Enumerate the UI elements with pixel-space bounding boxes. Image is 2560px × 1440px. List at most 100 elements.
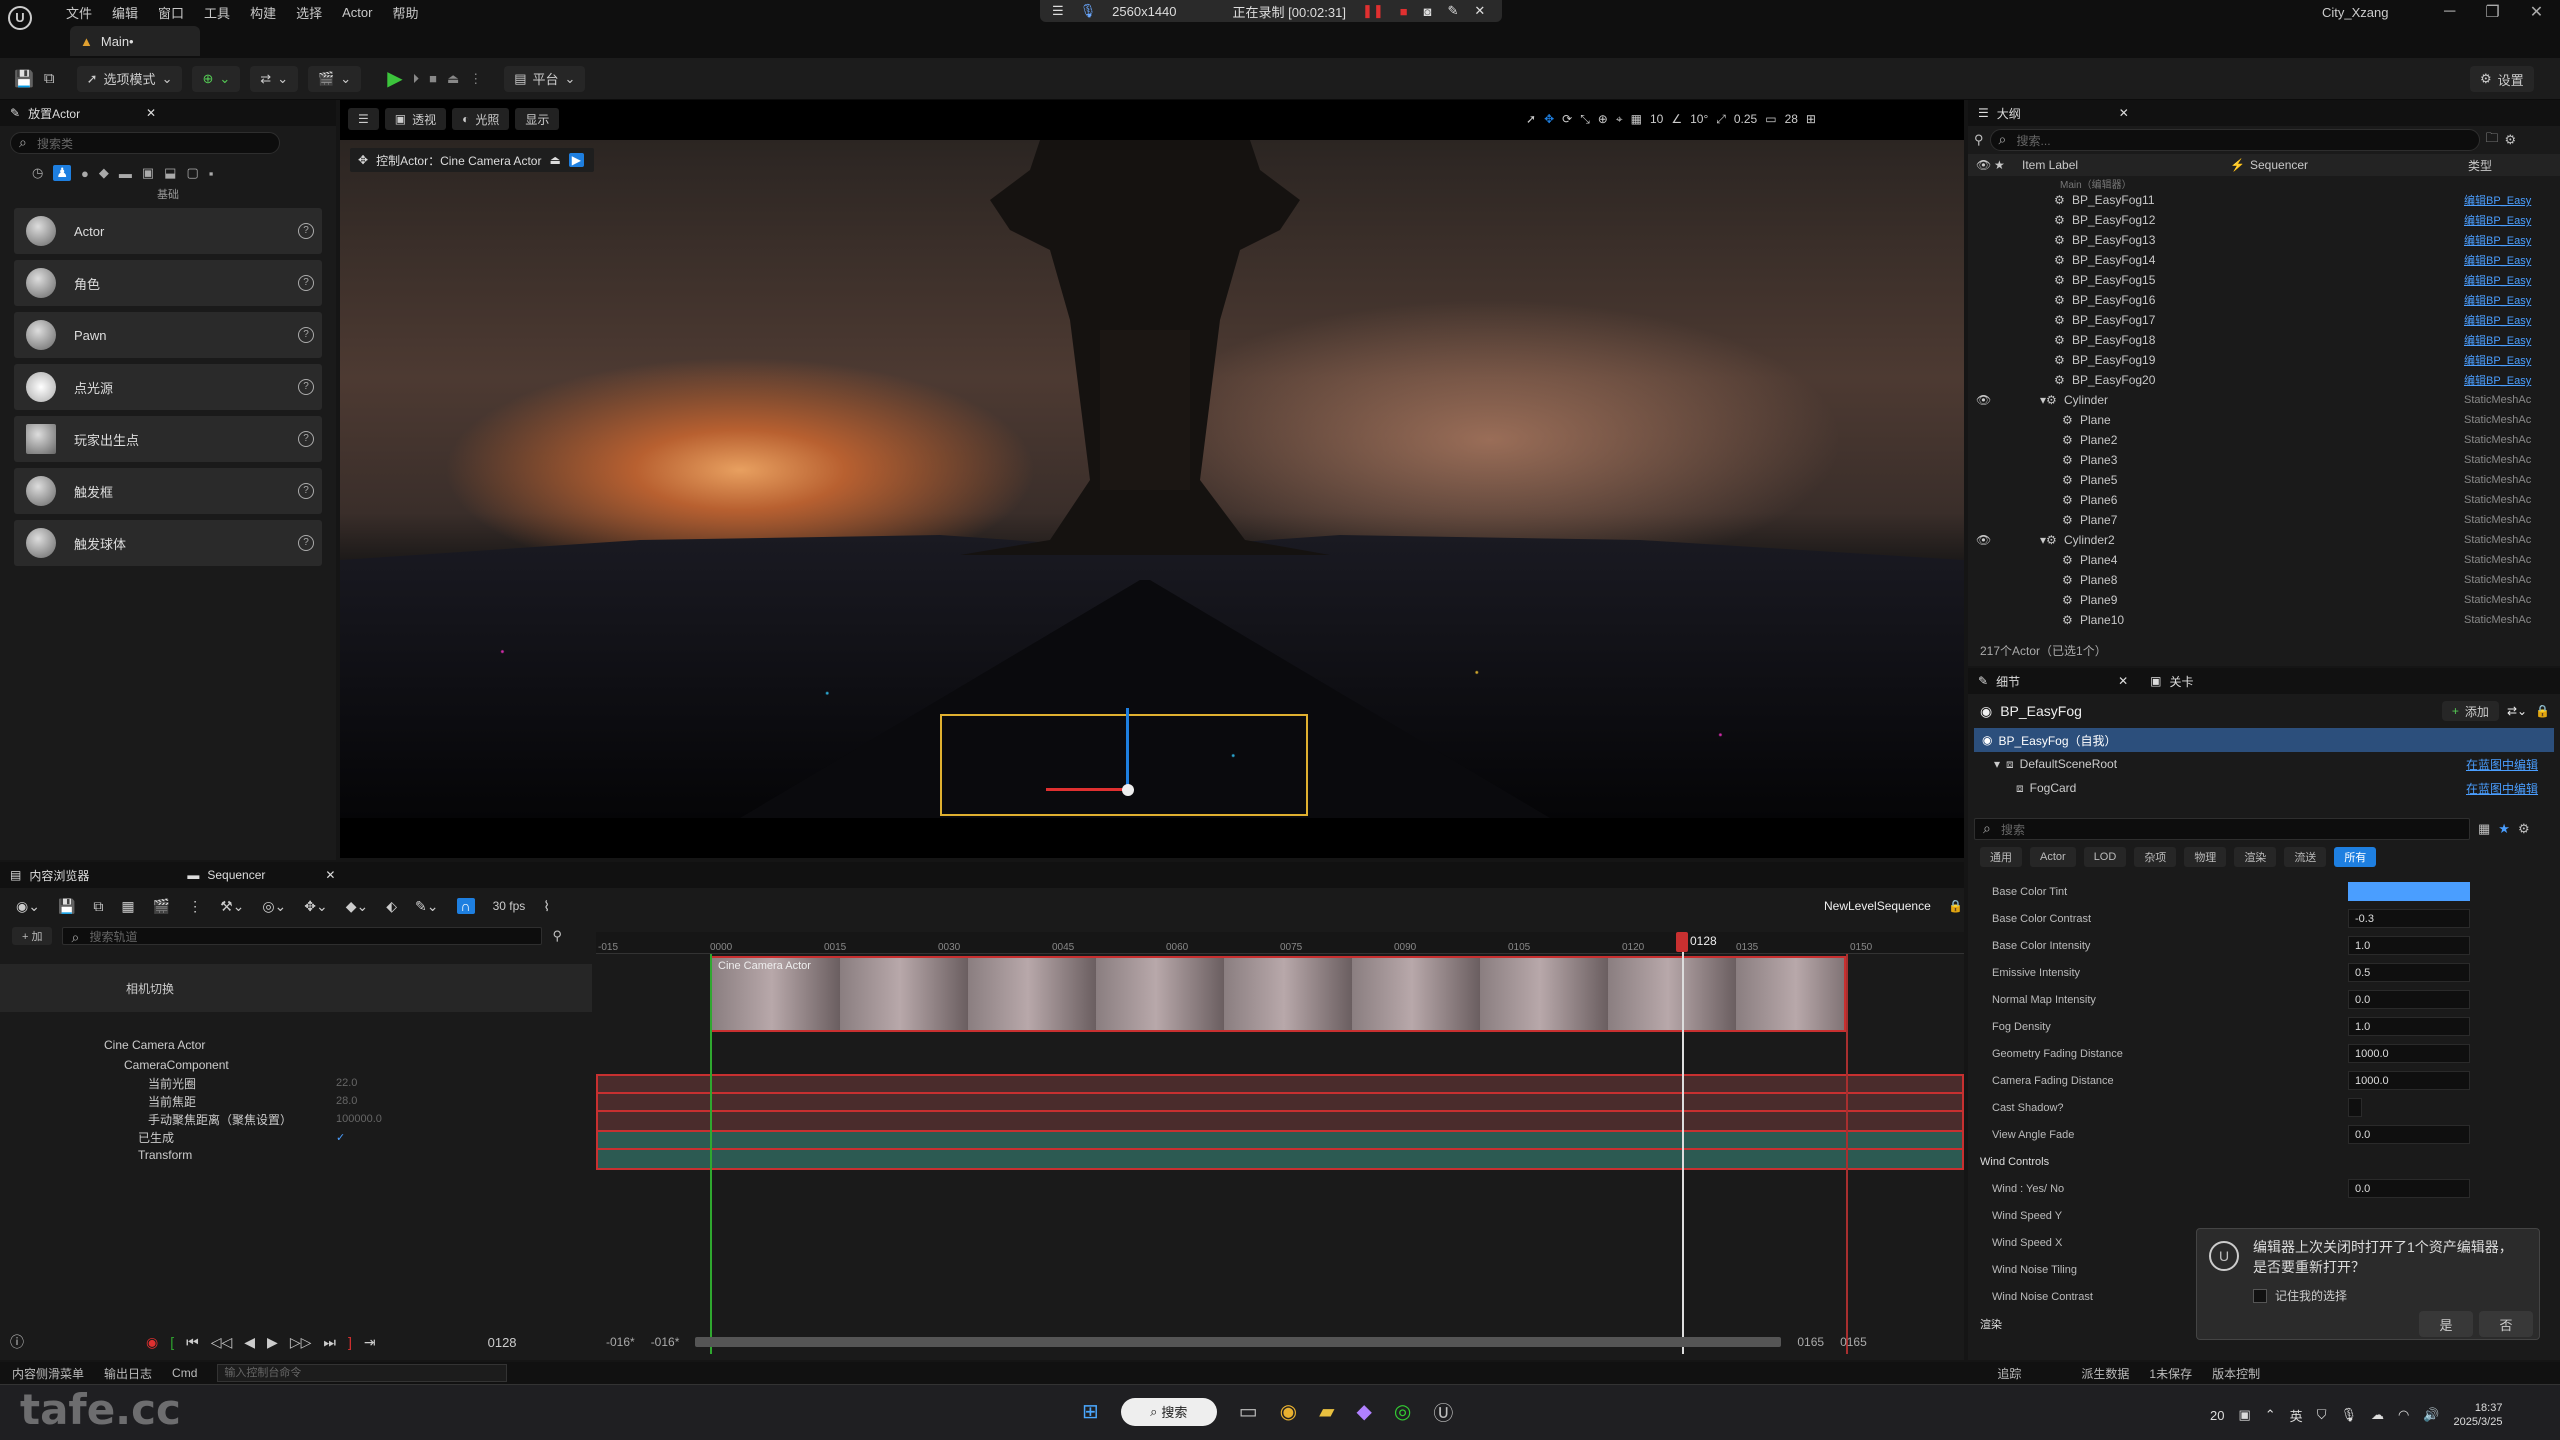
wifi-icon[interactable]: ◠ [2398,1407,2409,1423]
perspective-button[interactable]: ▣ 透视 [384,108,447,130]
unsaved-button[interactable]: 1未保存 [2149,1365,2192,1382]
wind-controls-section[interactable]: Wind Controls [1968,1148,2560,1175]
window-close-icon[interactable]: ✕ [2530,2,2543,22]
record-icon[interactable]: ◉ [146,1334,158,1351]
outliner-row[interactable]: ⚙ BP_EasyFog17 编辑BP_Easy [1968,310,2560,330]
key-add-icon[interactable]: ⬖ [386,898,397,915]
help-icon[interactable]: ? [298,327,314,343]
outliner-row[interactable]: ⚙ BP_EasyFog19 编辑BP_Easy [1968,350,2560,370]
outliner-row[interactable]: ⚙ Plane2 StaticMeshAc [1968,430,2560,450]
component-options-icon[interactable]: ⇄⌄ [2507,704,2527,718]
camera-speed-icon[interactable]: ▭ [1765,112,1776,126]
outliner-row[interactable]: ⚙ BP_EasyFog14 编辑BP_Easy [1968,250,2560,270]
cinematics-button[interactable]: 🎬 ⌄ [308,65,362,92]
details-search-input[interactable]: 搜索 [1974,818,2470,840]
weather-temp[interactable]: 20 [2210,1408,2224,1423]
minimize-icon[interactable]: ─ [2444,3,2455,21]
taskbar-search[interactable]: ⌕ 搜索 [1120,1397,1217,1426]
angle-icon[interactable]: ∠ [1671,112,1682,126]
property-value[interactable]: 0.0 [2348,1179,2470,1198]
scale-snap-icon[interactable]: ⤢ [1716,112,1726,127]
key-icon[interactable]: ◆⌄ [346,898,369,915]
seq-browse-icon[interactable]: ⧉ [93,898,103,915]
volume-icon[interactable]: 🔊 [2423,1407,2439,1423]
actor-item-actor[interactable]: Actor? [14,208,322,254]
filter-actor[interactable]: Actor [2030,847,2076,867]
property-value[interactable]: 0.0 [2348,1125,2470,1144]
color-swatch[interactable] [2348,882,2470,901]
cmd-select[interactable]: Cmd [172,1366,197,1380]
actor-item-character[interactable]: 角色? [14,260,322,306]
outliner-row-type[interactable]: 编辑BP_Easy [2464,252,2531,268]
property-value[interactable]: 1.0 [2348,1017,2470,1036]
timeline-scrollbar[interactable] [695,1337,1782,1347]
outliner-row[interactable]: ⚙ Plane7 StaticMeshAc [1968,510,2560,530]
property-value[interactable]: 1000.0 [2348,1044,2470,1063]
component-row-self[interactable]: ◉ BP_EasyFog（自我） [1974,728,2554,752]
property-value[interactable]: 1.0 [2348,936,2470,955]
add-track-button[interactable]: + 加 [12,927,53,945]
menu-file[interactable]: 文件 [66,3,92,22]
actor-item-player-start[interactable]: 玩家出生点? [14,416,322,462]
track-row[interactable]: CameraComponent [0,1056,592,1074]
seq-more-icon[interactable]: ⋮ [188,898,202,915]
browse-icon[interactable]: ⧉ [44,70,55,87]
filter-icon[interactable]: ⚲ [1974,132,1984,148]
property-value[interactable]: -0.3 [2348,909,2470,928]
grid-view-icon[interactable]: ▦ [2478,821,2490,837]
close-icon[interactable]: ✕ [1474,3,1485,19]
lock-icon[interactable]: 🔒 [2535,704,2550,718]
snap-icon[interactable]: ∩ [456,898,475,914]
outliner-close-icon[interactable]: ✕ [2119,106,2129,120]
lit-button[interactable]: ◐ 光照 [452,108,510,130]
add-actor-button[interactable]: ⊕ ⌄ [192,65,241,92]
shield-icon[interactable]: ⛉ [2317,1407,2327,1423]
unreal-logo[interactable]: U [8,6,32,30]
outliner-row-type[interactable]: 编辑BP_Easy [2464,272,2531,288]
help-icon[interactable]: ? [298,483,314,499]
jump-start-icon[interactable]: ⏮ [186,1334,199,1351]
filter-general[interactable]: 通用 [1980,847,2022,867]
mic-tray-icon[interactable]: 🎙 [2340,1407,2357,1423]
platform-button[interactable]: ▤ 平台 ⌄ [504,65,586,92]
details-settings-icon[interactable]: ⚙ [2518,821,2530,837]
outliner-row[interactable]: ⚙ BP_EasyFog15 编辑BP_Easy [1968,270,2560,290]
angle-size[interactable]: 10° [1690,112,1708,126]
blueprint-button[interactable]: ⇄ ⌄ [250,65,299,92]
cinematic-icon[interactable]: ▬ [119,166,132,181]
outliner-tab[interactable]: 大纲 [1997,105,2021,122]
outliner-row[interactable]: ⚙ Plane StaticMeshAc [1968,410,2560,430]
checkbox-box[interactable] [2253,1288,2267,1303]
source-control-button[interactable]: 版本控制 [2212,1365,2260,1382]
outliner-search-input[interactable]: 搜索... [1989,129,2480,151]
help-icon[interactable]: ? [298,275,314,291]
track-row[interactable]: 当前光圈 22.0 [0,1074,592,1092]
content-drawer-button[interactable]: 内容侧滑菜单 [12,1365,84,1382]
layout-icon[interactable]: ⊞ [1806,112,1816,126]
outliner-row[interactable]: ⚙ Plane4 StaticMeshAc [1968,550,2560,570]
level-tab[interactable]: 关卡 [2169,673,2193,690]
show-button[interactable]: 显示 [515,108,560,130]
camera-cut-track[interactable]: Cine Camera Actor [710,956,1846,1032]
track-row[interactable]: 已生成 ✓ [0,1128,592,1146]
unreal-taskbar-icon[interactable]: Ⓤ [1433,1397,1453,1426]
outliner-row-type[interactable]: 编辑BP_Easy [2464,312,2531,328]
next-key-icon[interactable]: ▷▷ [290,1334,312,1351]
current-frame[interactable]: 0128 [488,1335,517,1350]
col-type[interactable]: 类型 [2468,157,2492,174]
property-value[interactable]: 0.0 [2348,990,2470,1009]
col-item-label[interactable]: Item Label [2022,158,2078,172]
set-start-icon[interactable]: [ [170,1334,174,1350]
outliner-group-row[interactable]: Main（编辑器） [1968,176,2560,191]
track-row[interactable]: 相机切换 [0,964,592,1012]
menu-build[interactable]: 构建 [250,3,276,22]
visibility-icon[interactable]: 👁 [1976,393,1991,407]
keyframe-lane[interactable] [596,1148,1964,1170]
more-icon[interactable]: ▪ [209,166,214,181]
visibility-icon[interactable]: 👁 [1976,533,1991,547]
property-value[interactable]: 0.5 [2348,963,2470,982]
tab-main[interactable]: ▲ Main• [70,26,200,56]
sequence-lock-icon[interactable]: 🔒 [1948,899,1963,913]
task-view-icon[interactable]: ▭ [1239,1399,1258,1424]
track-value[interactable]: 22.0 [336,1077,357,1089]
